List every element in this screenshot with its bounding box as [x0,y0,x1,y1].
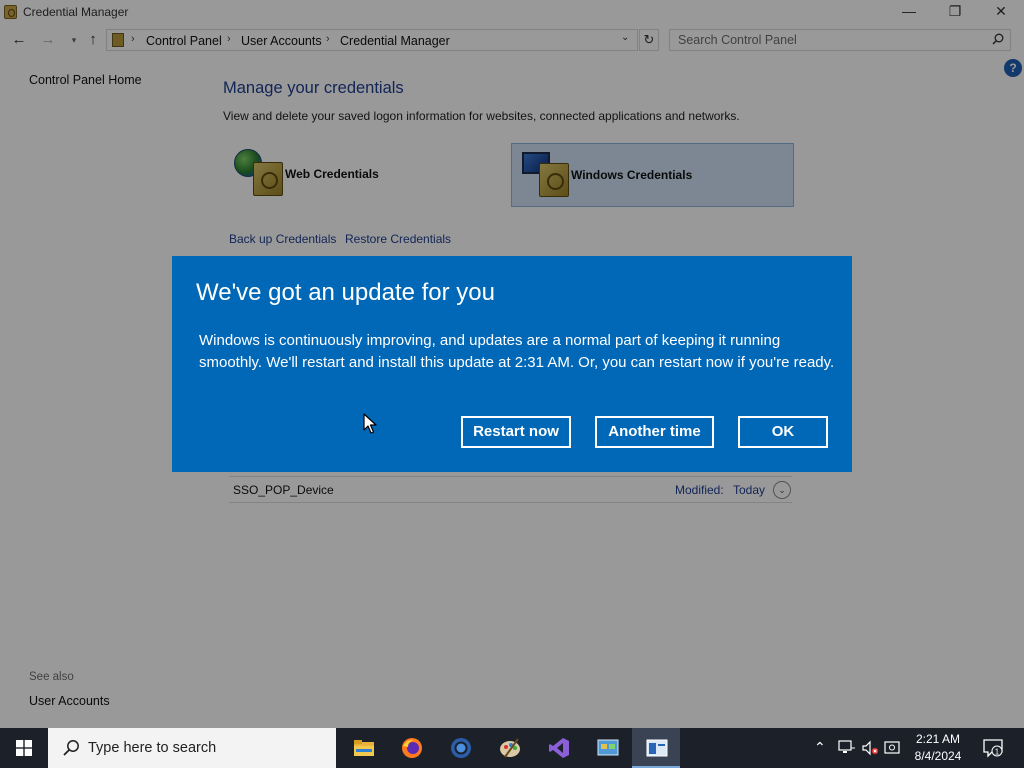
visual-studio-icon[interactable] [534,728,582,768]
taskbar: Type here to search ⌃ 2:21 AM 8/4/2024 1 [0,728,1024,768]
another-time-button[interactable]: Another time [595,416,714,448]
firefox-logo-icon [402,738,422,758]
restart-now-button[interactable]: Restart now [461,416,571,448]
search-icon [63,740,79,756]
folder-icon [354,740,374,756]
show-hidden-icons-button[interactable]: ⌃ [814,739,826,756]
dialog-message: Windows is continuously improving, and u… [199,332,835,371]
paint-icon[interactable] [485,728,533,768]
taskbar-clock[interactable]: 2:21 AM 8/4/2024 [905,731,971,765]
ok-button[interactable]: OK [738,416,828,448]
taskbar-search-box[interactable]: Type here to search [48,728,336,768]
firefox-icon[interactable] [387,728,435,768]
clock-time: 2:21 AM [915,732,961,746]
credential-manager-icon[interactable] [632,728,680,768]
notifications-icon[interactable]: 1 [982,737,1004,759]
browser-icon [451,738,471,758]
dialog-title: We've got an update for you [196,279,496,306]
taskbar-search-placeholder: Type here to search [88,740,217,756]
control-panel-icon[interactable] [583,728,631,768]
windows-logo-icon [16,740,32,756]
file-explorer-icon[interactable] [339,728,387,768]
window-app-icon [646,739,668,757]
control-panel-app-icon [597,739,619,756]
speech-bubble-icon: 1 [983,739,1003,758]
start-button[interactable] [0,728,48,768]
update-dialog: We've got an update for you Windows is c… [172,256,852,472]
action-center-alert-icon[interactable] [884,740,902,756]
volume-muted-icon[interactable] [861,740,879,756]
notification-count: 1 [995,748,1000,757]
mouse-cursor-icon [363,413,377,434]
vs-logo-icon [549,738,569,758]
clock-date: 8/4/2024 [914,749,962,763]
palette-icon [500,738,520,758]
chrome-icon[interactable] [436,728,484,768]
network-icon[interactable] [838,740,856,756]
